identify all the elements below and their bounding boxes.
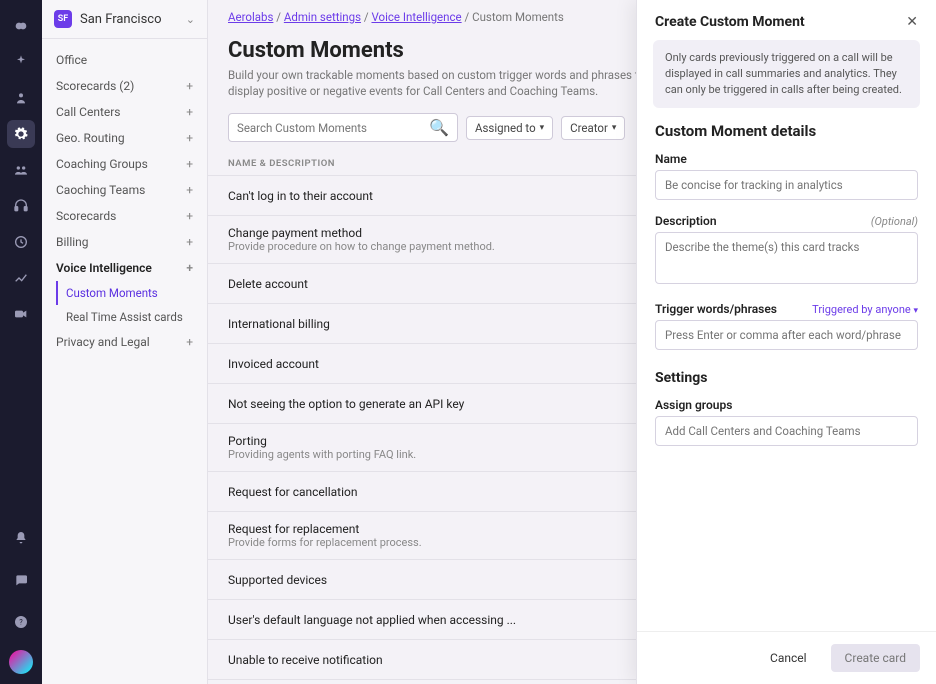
- bell-icon[interactable]: [7, 524, 35, 552]
- sidebar-item[interactable]: Office: [42, 47, 207, 73]
- sidebar-item[interactable]: Voice Intelligence+: [42, 255, 207, 281]
- sidebar-item[interactable]: Billing+: [42, 229, 207, 255]
- sparkle-icon[interactable]: [7, 48, 35, 76]
- name-label: Name: [655, 152, 918, 166]
- plus-icon: +: [186, 79, 193, 93]
- workspace-name: San Francisco: [80, 12, 178, 27]
- crumb-link[interactable]: Voice Intelligence: [371, 10, 461, 24]
- sidebar-item[interactable]: Caoching Teams+: [42, 177, 207, 203]
- crumb-link[interactable]: Admin settings: [284, 10, 361, 24]
- chat-icon[interactable]: [7, 566, 35, 594]
- camera-icon[interactable]: [7, 300, 35, 328]
- triggered-by-link[interactable]: Triggered by anyone ▾: [812, 303, 918, 316]
- sidebar-item[interactable]: Scorecards+: [42, 203, 207, 229]
- trend-icon[interactable]: [7, 264, 35, 292]
- person-icon[interactable]: [7, 84, 35, 112]
- plus-icon: +: [186, 157, 193, 171]
- filter-assigned-to[interactable]: Assigned to▾: [466, 116, 553, 140]
- caret-down-icon: ▾: [612, 123, 617, 133]
- caret-down-icon: ▾: [913, 306, 918, 316]
- workspace-switcher[interactable]: SF San Francisco ⌄: [42, 0, 207, 39]
- history-icon[interactable]: [7, 228, 35, 256]
- trigger-label: Trigger words/phrases Triggered by anyon…: [655, 302, 918, 316]
- create-panel: Create Custom Moment ✕ Only cards previo…: [636, 0, 936, 684]
- team-icon[interactable]: [7, 156, 35, 184]
- plus-icon: +: [186, 131, 193, 145]
- assign-label: Assign groups: [655, 398, 918, 412]
- sidebar: SF San Francisco ⌄ OfficeScorecards (2)+…: [42, 0, 208, 684]
- sidebar-subitem[interactable]: Custom Moments: [56, 281, 207, 305]
- settings-heading: Settings: [637, 370, 936, 394]
- cancel-button[interactable]: Cancel: [756, 644, 821, 672]
- plus-icon: +: [186, 209, 193, 223]
- sidebar-item[interactable]: Coaching Groups+: [42, 151, 207, 177]
- plus-icon: +: [186, 235, 193, 249]
- plus-icon: +: [186, 335, 193, 349]
- name-input[interactable]: [655, 170, 918, 200]
- filter-creator[interactable]: Creator▾: [561, 116, 625, 140]
- page-subtitle: Build your own trackable moments based o…: [228, 67, 648, 99]
- sidebar-item[interactable]: Geo. Routing+: [42, 125, 207, 151]
- sidebar-item[interactable]: Call Centers+: [42, 99, 207, 125]
- trigger-input[interactable]: [655, 320, 918, 350]
- assign-input[interactable]: [655, 416, 918, 446]
- svg-text:?: ?: [19, 618, 23, 627]
- crumb-link[interactable]: Aerolabs: [228, 10, 273, 24]
- caret-down-icon: ▾: [540, 123, 545, 133]
- workspace-badge: SF: [54, 10, 72, 28]
- crumb-current: Custom Moments: [472, 10, 564, 24]
- details-heading: Custom Moment details: [637, 122, 936, 148]
- chevron-down-icon: ⌄: [186, 13, 195, 26]
- create-card-button[interactable]: Create card: [831, 644, 920, 672]
- close-icon[interactable]: ✕: [906, 14, 918, 30]
- plus-icon: +: [186, 105, 193, 119]
- description-input[interactable]: [655, 232, 918, 284]
- logo-icon[interactable]: [7, 12, 35, 40]
- search-icon: 🔍: [429, 118, 449, 137]
- help-icon[interactable]: ?: [7, 608, 35, 636]
- search-box[interactable]: 🔍: [228, 113, 458, 142]
- sidebar-item[interactable]: Privacy and Legal+: [42, 329, 207, 355]
- description-label: Description (Optional): [655, 214, 918, 228]
- plus-icon: +: [186, 261, 193, 275]
- info-box: Only cards previously triggered on a cal…: [653, 40, 920, 108]
- panel-title: Create Custom Moment: [655, 14, 805, 30]
- search-input[interactable]: [237, 121, 429, 135]
- gear-icon[interactable]: [7, 120, 35, 148]
- avatar[interactable]: [9, 650, 33, 674]
- nav-rail: ?: [0, 0, 42, 684]
- sidebar-item[interactable]: Scorecards (2)+: [42, 73, 207, 99]
- sidebar-subitem[interactable]: Real Time Assist cards: [42, 305, 207, 329]
- headset-icon[interactable]: [7, 192, 35, 220]
- plus-icon: +: [186, 183, 193, 197]
